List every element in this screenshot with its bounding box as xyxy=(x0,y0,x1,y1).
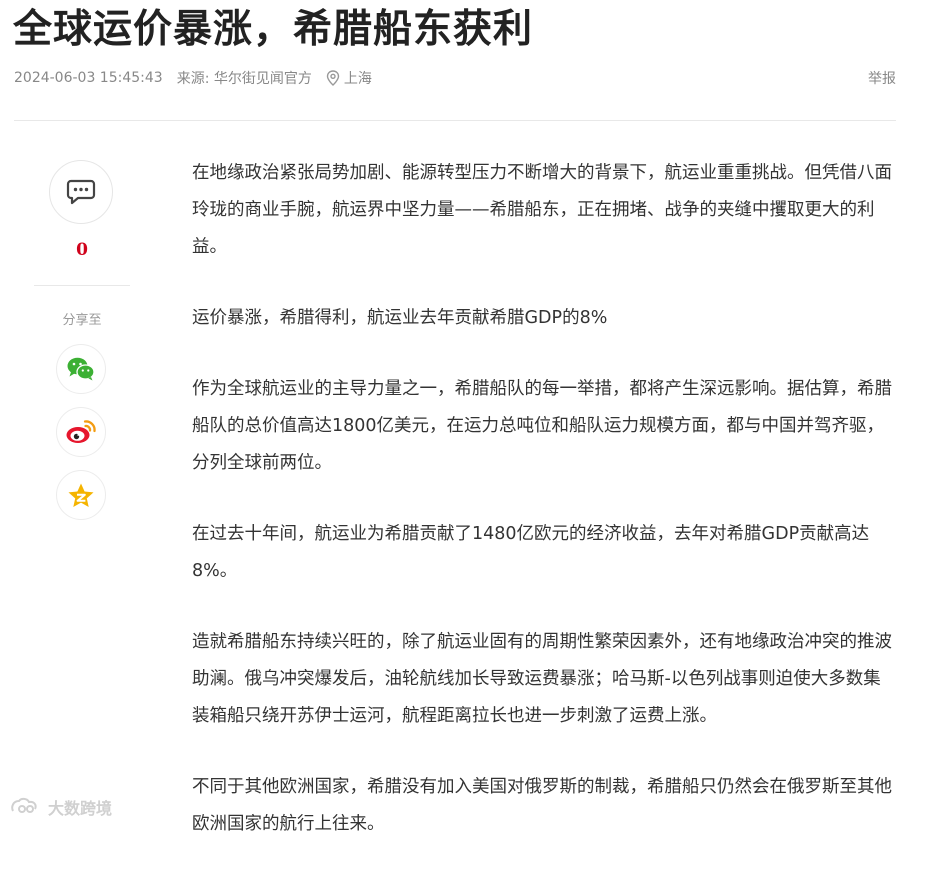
qzone-icon xyxy=(68,483,94,507)
comment-button[interactable] xyxy=(49,160,113,224)
article-meta: 2024-06-03 15:45:43 来源: 华尔街见闻官方 上海 举报 xyxy=(14,68,896,88)
location-pin-icon xyxy=(326,70,340,86)
share-label: 分享至 xyxy=(62,313,102,328)
share-weibo-button[interactable] xyxy=(56,407,106,457)
article-subheading: 运价暴涨，希腊得利，航运业去年贡献希腊GDP的8% xyxy=(192,308,608,328)
article-paragraph: 在地缘政治紧张局势加剧、能源转型压力不断增大的背景下，航运业重重挑战。但凭借八面… xyxy=(192,163,892,257)
watermark-logo-icon xyxy=(11,797,37,813)
header-divider xyxy=(14,120,896,121)
location-label: 上海 xyxy=(343,71,372,87)
publish-date: 2024-06-03 15:45:43 xyxy=(14,70,163,86)
article-paragraph: 在过去十年间，航运业为希腊贡献了1480亿欧元的经济收益，去年对希腊GDP贡献高… xyxy=(192,524,870,581)
article-source[interactable]: 来源: 华尔街见闻官方 xyxy=(177,68,312,88)
article-location: 上海 xyxy=(326,68,386,88)
watermark: 大数跨境 xyxy=(10,795,112,819)
article-paragraph: 作为全球航运业的主导力量之一，希腊船队的每一举措，都将产生深远影响。据估算，希腊… xyxy=(192,379,892,473)
sidebar-divider xyxy=(34,285,130,286)
report-link[interactable]: 举报 xyxy=(868,68,896,88)
article-title: 全球运价暴涨，希腊船东获利 xyxy=(13,7,534,52)
weibo-icon xyxy=(66,420,96,443)
article-paragraph: 不同于其他欧洲国家，希腊没有加入美国对俄罗斯的制裁，希腊船只仍然会在俄罗斯至其他… xyxy=(192,777,892,834)
share-wechat-button[interactable] xyxy=(56,344,106,394)
share-qzone-button[interactable] xyxy=(56,470,106,520)
wechat-icon xyxy=(67,357,95,381)
article-body: 在地缘政治紧张局势加剧、能源转型压力不断增大的背景下，航运业重重挑战。但凭借八面… xyxy=(192,155,898,877)
watermark-text: 大数跨境 xyxy=(48,799,113,818)
comment-icon xyxy=(66,179,96,205)
comment-count[interactable]: 0 xyxy=(34,240,130,260)
article-paragraph: 造就希腊船东持续兴旺的，除了航运业固有的周期性繁荣因素外，还有地缘政治冲突的推波… xyxy=(192,632,892,726)
